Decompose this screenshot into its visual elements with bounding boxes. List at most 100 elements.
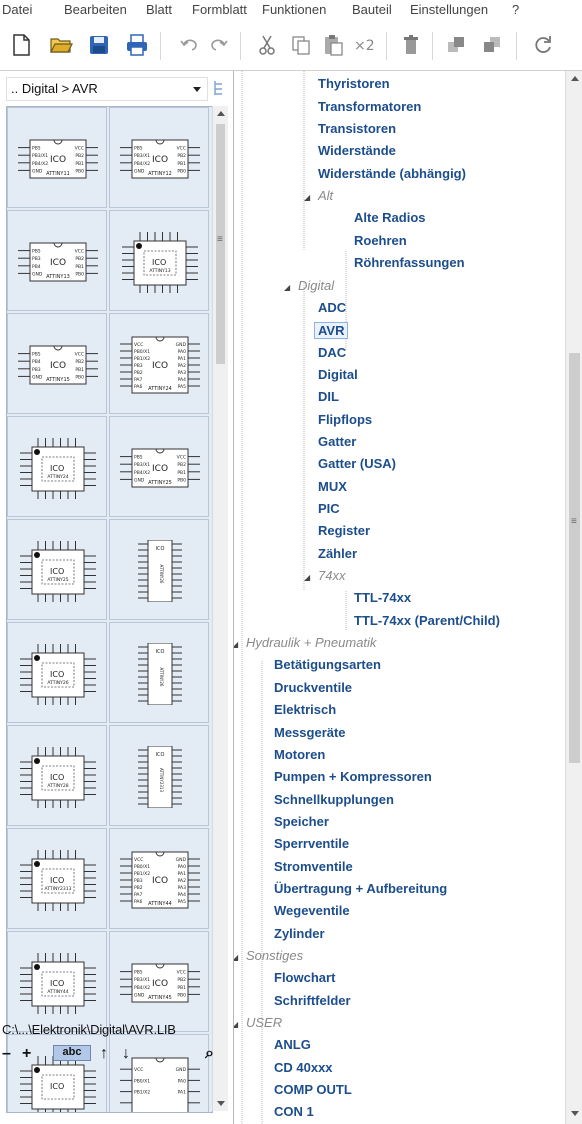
scrollbar-thumb[interactable] xyxy=(569,353,580,763)
expand-toggle-icon[interactable]: ◢ xyxy=(304,573,310,582)
tree-item[interactable]: Widerstände (abhängig) xyxy=(318,166,466,181)
tree-item[interactable]: Schriftfelder xyxy=(274,993,351,1008)
tree-item[interactable]: Stromventile xyxy=(274,859,353,874)
symbol-tile[interactable]: PB5 VCC PB3 PB2 PB4 PB1 GND PB0 ICO ATTINY13 xyxy=(7,210,107,311)
open-folder-icon[interactable] xyxy=(48,32,74,58)
print-icon[interactable] xyxy=(124,32,150,58)
scroll-up-icon[interactable] xyxy=(217,111,225,116)
tree-item[interactable]: Messgeräte xyxy=(274,725,346,740)
tree-item[interactable]: Speicher xyxy=(274,814,329,829)
library-dropdown[interactable]: .. Digital > AVR xyxy=(6,77,208,101)
tree-scrollbar[interactable]: ≡ xyxy=(565,71,582,1124)
tree-item[interactable]: AVR xyxy=(314,322,349,340)
tree-item[interactable]: Elektrisch xyxy=(274,702,336,717)
tree-item[interactable]: Zylinder xyxy=(274,926,325,941)
tree-item[interactable]: DAC xyxy=(318,345,346,360)
tree-item[interactable]: CD 40xxx xyxy=(274,1060,333,1075)
expand-toggle-icon[interactable]: ◢ xyxy=(234,953,238,962)
symbol-tile[interactable]: PB5 VCC PB3/X1 PB2 PB4/X2 PB1 GND PB0 ICO ATTINY2… xyxy=(109,416,209,517)
tree-item[interactable]: TTL-74xx xyxy=(354,590,411,605)
paste-twice-icon[interactable]: ×2 xyxy=(352,32,378,58)
menu-item--[interactable]: ? xyxy=(512,2,519,17)
tree-item[interactable]: Übertragung + Aufbereitung xyxy=(274,881,447,896)
symbol-tile[interactable]: ICO ATTINY2313 xyxy=(109,725,209,826)
tree-item[interactable]: ADC xyxy=(318,300,346,315)
paste-icon[interactable] xyxy=(320,32,346,58)
tree-item[interactable]: CON 1 xyxy=(274,1104,314,1119)
expand-toggle-icon[interactable]: ◢ xyxy=(304,193,310,202)
save-icon[interactable] xyxy=(86,32,112,58)
menu-item-bearbeiten[interactable]: Bearbeiten xyxy=(64,2,127,17)
tree-item[interactable]: Röhrenfassungen xyxy=(354,255,465,270)
symbol-tile[interactable]: PB5 VCC PB3/X1 PB2 PB4/X2 PB1 GND PB0 ICO ATTINY4… xyxy=(109,931,209,1032)
symbol-tile[interactable]: ICO ATTINY2313 xyxy=(7,828,107,929)
new-file-icon[interactable] xyxy=(8,32,34,58)
move-down-button[interactable]: ↓ xyxy=(122,1045,130,1063)
tree-item[interactable]: Flowchart xyxy=(274,970,335,985)
tree-toggle-icon[interactable] xyxy=(213,79,225,97)
symbol-tile[interactable]: ICO ATTINY26 xyxy=(7,622,107,723)
symbol-tile[interactable]: ICO ATTINY26 xyxy=(109,622,209,723)
symbol-tile[interactable]: ICO ATTINY13 xyxy=(109,210,209,311)
menu-item-funktionen[interactable]: Funktionen xyxy=(262,2,326,17)
send-back-icon[interactable] xyxy=(480,32,506,58)
tree-item[interactable]: COMP OUTL xyxy=(274,1082,352,1097)
menu-item-bauteil[interactable]: Bauteil xyxy=(352,2,392,17)
symbol-tile[interactable]: ICO ATTINY28 xyxy=(7,725,107,826)
scroll-down-icon[interactable] xyxy=(217,1101,225,1106)
tree-item[interactable]: Transistoren xyxy=(318,121,396,136)
refresh-icon[interactable] xyxy=(530,32,556,58)
search-icon[interactable]: ⌕ xyxy=(205,1045,214,1063)
symbol-tile[interactable]: PB5 VCC PB4 PB2 PB3 PB1 GND PB0 ICO ATTINY15 xyxy=(7,313,107,414)
tree-group[interactable]: USER xyxy=(246,1015,282,1030)
expand-toggle-icon[interactable]: ◢ xyxy=(284,283,290,292)
symbol-tile[interactable]: VCC GND PB0/X1 PA0 PB1/X2 PA1 PB3 PA2 PB2 PA3 PA7 P… xyxy=(109,313,209,414)
text-toggle-button[interactable]: abc xyxy=(53,1045,91,1061)
undo-icon[interactable] xyxy=(176,32,202,58)
tree-item[interactable]: Transformatoren xyxy=(318,99,421,114)
expand-button[interactable]: + xyxy=(22,1045,31,1063)
tree-item[interactable]: MUX xyxy=(318,479,347,494)
tree-item[interactable]: Thyristoren xyxy=(318,76,390,91)
menu-item-formblatt[interactable]: Formblatt xyxy=(192,2,247,17)
tree-item[interactable]: Motoren xyxy=(274,747,325,762)
tree-item[interactable]: Gatter xyxy=(318,434,356,449)
scroll-up-icon[interactable] xyxy=(571,76,579,81)
tree-group[interactable]: Sonstiges xyxy=(246,948,303,963)
collapse-button[interactable]: – xyxy=(2,1045,11,1063)
cut-icon[interactable] xyxy=(254,32,280,58)
bring-front-icon[interactable] xyxy=(444,32,470,58)
tree-item[interactable]: Pumpen + Kompressoren xyxy=(274,769,432,784)
expand-toggle-icon[interactable]: ◢ xyxy=(234,640,238,649)
tree-item[interactable]: Widerstände xyxy=(318,143,396,158)
symbol-grid-scrollbar[interactable]: ≡ xyxy=(212,106,228,1111)
delete-icon[interactable] xyxy=(398,32,424,58)
symbol-tile[interactable]: ICO ATTINY25 xyxy=(7,519,107,620)
tree-item[interactable]: Digital xyxy=(318,367,358,382)
tree-item[interactable]: Druckventile xyxy=(274,680,352,695)
menu-item-datei[interactable]: Datei xyxy=(2,2,32,17)
tree-group[interactable]: 74xx xyxy=(318,568,345,583)
expand-toggle-icon[interactable]: ◢ xyxy=(234,1020,238,1029)
menu-item-blatt[interactable]: Blatt xyxy=(146,2,172,17)
tree-item[interactable]: ANLG xyxy=(274,1037,311,1052)
tree-item[interactable]: TTL-74xx (Parent/Child) xyxy=(354,613,500,628)
tree-item[interactable]: Betätigungsarten xyxy=(274,657,381,672)
tree-group[interactable]: Digital xyxy=(298,278,334,293)
symbol-tile[interactable]: PB5 VCC PB3/X1 PB2 PB4/X2 PB1 GND PB0 ICO ATTINY1… xyxy=(109,107,209,208)
tree-group[interactable]: Hydraulik + Pneumatik xyxy=(246,635,376,650)
tree-item[interactable]: Zähler xyxy=(318,546,357,561)
symbol-tile[interactable]: ICO ATTINY44 xyxy=(7,931,107,1032)
tree-item[interactable]: Roehren xyxy=(354,233,407,248)
tree-item[interactable]: Wegeventile xyxy=(274,903,350,918)
tree-item[interactable]: Register xyxy=(318,523,370,538)
tree-item[interactable]: Flipflops xyxy=(318,412,372,427)
tree-item[interactable]: Gatter (USA) xyxy=(318,456,396,471)
symbol-tile[interactable]: PB5 VCC PB3/X1 PB2 PB4/X2 PB1 GND PB0 ICO ATTINY1… xyxy=(7,107,107,208)
tree-group[interactable]: Alt xyxy=(318,188,333,203)
symbol-tile[interactable]: ICO ATTINY26 xyxy=(109,519,209,620)
tree-item[interactable]: Sperrventile xyxy=(274,836,349,851)
symbol-tile[interactable]: VCC GND PB0/X1 PA0 PB1/X2 PA1 PB3 PA2 PB2 PA3 PA7 P… xyxy=(109,828,209,929)
symbol-tile[interactable]: ICO ATTINY24 xyxy=(7,416,107,517)
scroll-down-icon[interactable] xyxy=(571,1111,579,1116)
